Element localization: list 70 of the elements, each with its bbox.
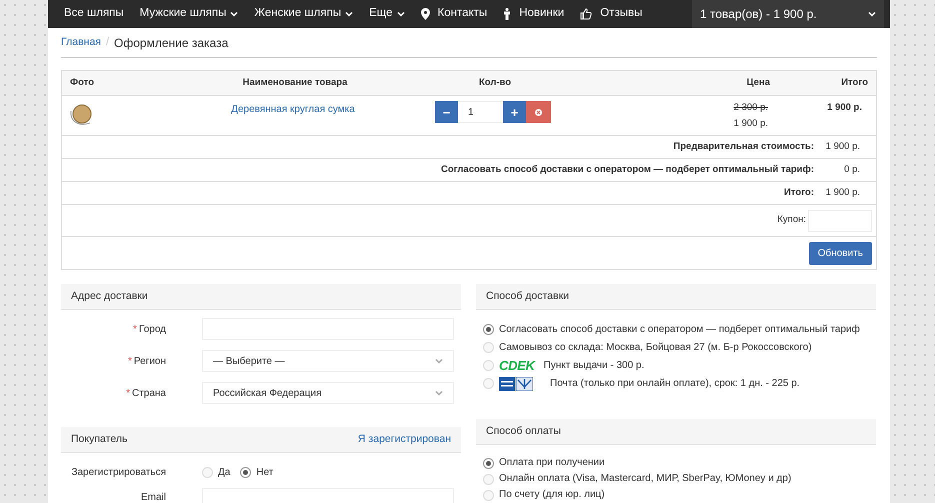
radio-label: По счету (для юр. лиц) — [499, 488, 605, 502]
field-label: Email — [140, 490, 167, 503]
nav-link[interactable]: Мужские шляпы — [132, 5, 246, 23]
increase-button[interactable]: + — [503, 101, 526, 123]
nav-link[interactable]: Отзывы — [572, 5, 650, 23]
caret-icon — [435, 390, 443, 396]
nav-link[interactable]: Новинки — [495, 5, 572, 23]
remove-button[interactable] — [526, 101, 551, 123]
close-icon — [535, 108, 542, 116]
required-mark: * — [126, 386, 130, 400]
nav-link[interactable]: Контакты — [412, 5, 496, 23]
panel-title: Способ доставки — [486, 288, 570, 304]
summary-value: 1 900 р. — [824, 140, 860, 154]
column-header: Итого — [840, 76, 868, 90]
radio-button[interactable] — [483, 458, 494, 468]
delivery-logo: CDEK — [499, 359, 535, 372]
breadcrumb-current: Оформление заказа — [114, 34, 228, 52]
thumbs-up-icon — [580, 8, 592, 20]
select-field[interactable]: — Выберите — — [202, 350, 454, 372]
summary-value: 1 900 р. — [824, 186, 860, 200]
login-link[interactable]: Я зарегистрирован — [358, 432, 451, 448]
caret-icon — [396, 11, 404, 17]
panel-title: Покупатель — [71, 432, 128, 447]
field-label: Регион — [134, 354, 166, 368]
radio-label: Оплата при получении — [499, 456, 605, 470]
coupon-label: Купон: — [777, 213, 806, 228]
radio-label: Пункт выдачи - 300 р. — [544, 359, 644, 373]
summary-value: 0 р. — [843, 162, 860, 177]
caret-icon — [868, 11, 876, 17]
person-icon — [503, 8, 512, 20]
radio-label: Самовывоз со склада: Москва, Бойцовая 27 (м. Б-р Рокоссовского) — [499, 341, 812, 355]
map-pin-icon — [420, 8, 430, 20]
price: 1 900 р. — [734, 117, 768, 132]
nav-link[interactable]: Женские шляпы — [246, 5, 362, 23]
field-label: Город — [138, 322, 166, 336]
breadcrumb-link[interactable]: Главная — [61, 34, 101, 50]
decrease-button[interactable]: − — [435, 101, 458, 123]
caret-icon — [230, 11, 238, 17]
radio-label: Согласовать способ доставки с оператором — подберет оптимальный тариф — [499, 323, 860, 337]
radio-button[interactable] — [240, 467, 252, 478]
row-total: 1 900 р. — [826, 101, 863, 115]
radio-label: Онлайн оплата (Visa, Mastercard, МИР, SberPay, ЮMoney и др) — [499, 472, 792, 486]
panel-title: Адрес доставки — [71, 288, 148, 304]
required-mark: * — [133, 322, 137, 336]
summary-label: Согласовать способ доставки с оператором — подберет оптимальный тариф: — [441, 162, 814, 177]
breadcrumb-separator: / — [106, 35, 110, 50]
column-header: Кол-во — [478, 76, 512, 90]
radio-button[interactable] — [483, 324, 494, 335]
column-header: Наименование товара — [242, 76, 348, 90]
field-label: Зарегистрироваться — [70, 466, 167, 480]
radio-label: Нет — [256, 466, 274, 480]
radio-label: Да — [218, 466, 230, 480]
cart-dropdown[interactable]: 1 товар(ов) - 1 900 р. — [692, 0, 884, 28]
update-button[interactable]: Обновить — [808, 242, 872, 264]
product-link[interactable]: Деревянная круглая сумка — [178, 101, 408, 135]
select-field[interactable]: Российская Федерация — [202, 382, 454, 404]
caret-icon — [435, 358, 443, 364]
required-mark: * — [128, 354, 132, 368]
caret-icon — [345, 11, 354, 17]
old-price: 2 300 р. — [734, 101, 768, 115]
post-logo-icon — [499, 376, 533, 390]
panel-title: Способ оплаты — [486, 424, 561, 439]
radio-label: Почта (только при онлайн оплате), срок: 1 дн. - 225 р. — [550, 377, 800, 391]
column-header: Фото — [70, 76, 96, 90]
summary-label: Итого: — [784, 186, 814, 200]
nav-link[interactable]: Все шляпы — [56, 5, 132, 23]
field-label: Страна — [132, 386, 166, 400]
column-header: Цена — [746, 76, 770, 90]
nav-link[interactable]: Еще — [361, 5, 412, 23]
summary-label: Предварительная стоимость: — [673, 140, 814, 154]
